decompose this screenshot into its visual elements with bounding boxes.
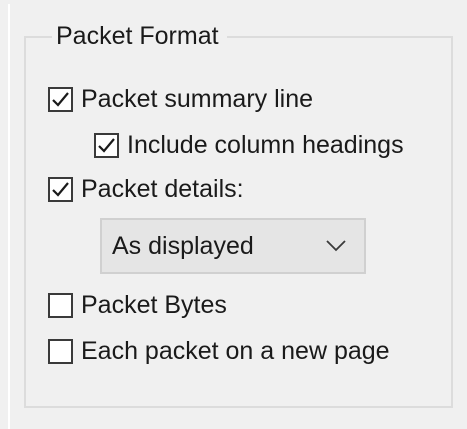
packet-format-title: Packet Format <box>52 20 227 52</box>
each-packet-new-page-label: Each packet on a new page <box>81 337 390 365</box>
chevron-down-icon <box>326 240 346 252</box>
include-column-headings-checkbox[interactable] <box>94 132 119 158</box>
include-column-headings-option[interactable]: Include column headings <box>94 128 404 162</box>
each-packet-new-page-checkbox[interactable] <box>48 338 73 364</box>
packet-details-checkbox[interactable] <box>48 176 73 202</box>
checkmark-icon <box>98 137 115 153</box>
print-options-panel: Packet Format Packet summary line Includ… <box>8 4 467 429</box>
packet-details-dropdown[interactable]: As displayed <box>100 218 366 274</box>
packet-bytes-label: Packet Bytes <box>81 291 227 319</box>
packet-summary-line-checkbox[interactable] <box>48 86 73 112</box>
packet-bytes-checkbox[interactable] <box>48 292 73 318</box>
checkmark-icon <box>52 91 69 107</box>
packet-summary-line-option[interactable]: Packet summary line <box>48 82 313 116</box>
each-packet-new-page-option[interactable]: Each packet on a new page <box>48 334 390 368</box>
packet-bytes-option[interactable]: Packet Bytes <box>48 288 227 322</box>
include-column-headings-label: Include column headings <box>127 131 404 159</box>
packet-details-label: Packet details: <box>81 175 244 203</box>
packet-summary-line-label: Packet summary line <box>81 85 314 113</box>
checkmark-icon <box>52 181 69 197</box>
packet-details-option[interactable]: Packet details: <box>48 172 244 206</box>
packet-details-dropdown-value: As displayed <box>112 231 254 260</box>
